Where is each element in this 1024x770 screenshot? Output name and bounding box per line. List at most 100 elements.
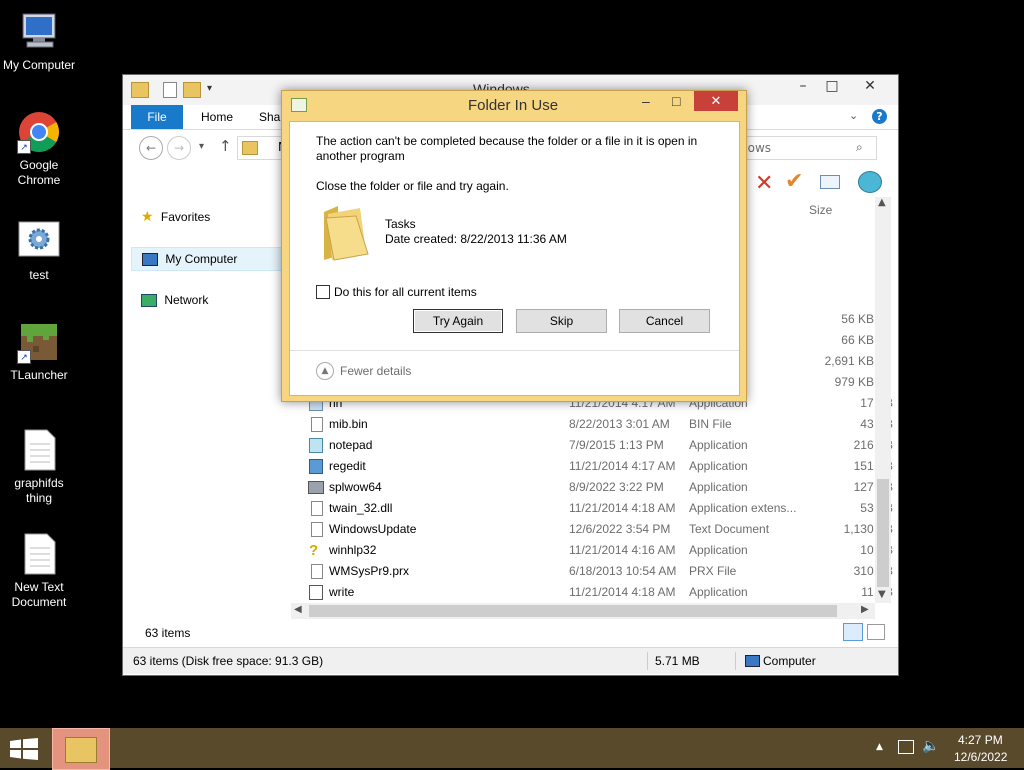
taskbar-file-explorer-button[interactable] — [52, 728, 110, 770]
vertical-scrollbar[interactable]: ▲ ▼ — [875, 197, 891, 603]
desktop-icon-label: TLauncher — [10, 368, 68, 382]
apply-to-all-checkbox[interactable] — [316, 285, 330, 299]
dll-icon — [311, 501, 323, 516]
try-again-button[interactable]: Try Again — [413, 309, 503, 333]
apply-to-all-label[interactable]: Do this for all current items — [334, 285, 477, 299]
minecraft-icon: ↗ — [17, 320, 61, 364]
status-bar: 63 items (Disk free space: 91.3 GB) 5.71… — [123, 647, 898, 674]
table-row[interactable]: mib.bin 8/22/2013 3:01 AM BIN File 43 KB — [303, 414, 893, 435]
clock-date[interactable]: 12/6/2022 — [954, 750, 1007, 764]
help-icon[interactable]: ? — [872, 109, 887, 124]
desktop-icon-new-text-document[interactable]: New Text Document — [1, 532, 77, 610]
computer-icon — [745, 655, 760, 667]
status-disk-info: 63 items (Disk free space: 91.3 GB) — [133, 654, 324, 668]
settings-file-icon — [17, 220, 61, 264]
desktop-icon-tlauncher[interactable]: ↗ TLauncher — [1, 320, 77, 383]
folder-in-use-dialog: Folder In Use – □ ✕ The action can't be … — [281, 90, 747, 402]
table-row[interactable]: notepad 7/9/2015 1:13 PM Application 216… — [303, 435, 893, 456]
dialog-instruction: Close the folder or file and try again. — [316, 179, 509, 193]
shortcut-arrow-icon: ↗ — [17, 350, 31, 364]
item-date-created: Date created: 8/22/2013 11:36 AM — [385, 232, 567, 246]
text-file-icon — [311, 522, 323, 537]
regedit-icon — [309, 459, 323, 474]
folder-icon — [242, 141, 258, 155]
navigation-pane: ★ Favorites My Computer Network — [131, 197, 283, 617]
details-view-button[interactable] — [843, 623, 863, 641]
maximize-button[interactable]: □ — [672, 93, 680, 109]
sidebar-item-label: Network — [164, 293, 209, 307]
properties-icon[interactable] — [163, 82, 177, 98]
up-button[interactable]: ↑ — [219, 137, 232, 155]
address-bar[interactable]: M — [237, 136, 288, 160]
table-row[interactable]: twain_32.dll 11/21/2014 4:18 AM Applicat… — [303, 498, 893, 519]
start-button[interactable] — [10, 738, 38, 760]
scroll-thumb[interactable] — [309, 605, 837, 617]
ribbon-expand-icon[interactable]: ⌄ — [849, 109, 858, 122]
show-hidden-icons-icon[interactable]: ▲ — [876, 742, 883, 752]
windows-logo-icon — [10, 738, 38, 760]
shortcut-arrow-icon: ↗ — [17, 140, 31, 154]
world-icon[interactable] — [858, 171, 882, 193]
recent-locations-dropdown-icon[interactable]: ▾ — [199, 141, 204, 152]
cancel-button[interactable]: Cancel — [619, 309, 710, 333]
table-row[interactable]: regedit 11/21/2014 4:17 AM Application 1… — [303, 456, 893, 477]
network-icon[interactable] — [898, 740, 914, 754]
quick-access-dropdown-icon[interactable]: ▾ — [207, 83, 212, 94]
delete-icon[interactable]: ✕ — [755, 171, 773, 196]
desktop-icon-label: Google Chrome — [17, 158, 61, 187]
desktop-icon-google-chrome[interactable]: ↗ Google Chrome — [1, 110, 77, 188]
file-explorer-icon — [65, 737, 97, 763]
fewer-details-label: Fewer details — [340, 364, 412, 378]
column-header-size[interactable]: Size — [809, 203, 832, 217]
volume-icon[interactable]: 🔈 — [922, 738, 939, 754]
desktop-icon-my-computer[interactable]: My Computer — [1, 10, 77, 73]
tab-file[interactable]: File — [131, 105, 183, 129]
dialog-titlebar[interactable]: Folder In Use – □ ✕ — [282, 91, 746, 119]
status-location: Computer — [763, 654, 816, 668]
write-icon — [309, 585, 323, 600]
desktop-icon-label: My Computer — [2, 58, 76, 72]
sidebar-item-my-computer[interactable]: My Computer — [131, 247, 283, 271]
minimize-button[interactable]: – — [642, 93, 650, 109]
table-row[interactable]: splwow64 8/9/2022 3:22 PM Application 12… — [303, 477, 893, 498]
skip-button[interactable]: Skip — [516, 309, 607, 333]
desktop-icon-label: graphifds thing — [14, 476, 64, 505]
forward-button[interactable]: → — [167, 136, 191, 160]
dialog-message: The action can't be completed because th… — [316, 134, 698, 163]
chrome-icon: ↗ — [17, 110, 61, 154]
close-button[interactable]: ✕ — [847, 75, 893, 97]
scroll-thumb[interactable] — [877, 479, 889, 587]
table-row[interactable]: WMSysPr9.prx 6/18/2013 10:54 AM PRX File… — [303, 561, 893, 582]
minimize-button[interactable]: – — [790, 75, 816, 97]
scroll-up-icon[interactable]: ▲ — [878, 197, 886, 208]
horizontal-scrollbar[interactable]: ◀ ▶ — [291, 603, 875, 619]
large-icons-view-button[interactable] — [867, 624, 885, 640]
desktop-icon-graphifds-thing[interactable]: graphifds thing — [1, 428, 77, 506]
scroll-right-icon[interactable]: ▶ — [861, 604, 869, 615]
maximize-button[interactable]: □ — [819, 75, 845, 97]
checkmark-icon[interactable]: ✔ — [785, 169, 803, 194]
status-size: 5.71 MB — [655, 654, 700, 668]
new-folder-icon[interactable] — [183, 82, 201, 98]
tab-home[interactable]: Home — [201, 105, 233, 129]
search-icon: ⌕ — [856, 140, 863, 154]
table-row[interactable]: WindowsUpdate 12/6/2022 3:54 PM Text Doc… — [303, 519, 893, 540]
notepad-icon — [309, 438, 323, 453]
star-icon: ★ — [141, 208, 154, 224]
scroll-left-icon[interactable]: ◀ — [294, 604, 302, 615]
back-button[interactable]: ← — [139, 136, 163, 160]
clock-time[interactable]: 4:27 PM — [958, 733, 1003, 747]
table-row[interactable]: write 11/21/2014 4:18 AM Application 11 … — [303, 582, 893, 603]
sidebar-item-network[interactable]: Network — [131, 289, 271, 311]
table-row[interactable]: ? winhlp32 11/21/2014 4:16 AM Applicatio… — [303, 540, 893, 561]
sidebar-item-label: Favorites — [160, 210, 211, 224]
status-divider — [735, 652, 736, 670]
scroll-down-icon[interactable]: ▼ — [878, 589, 886, 600]
help-icon: ? — [309, 542, 319, 559]
dialog-title: Folder In Use — [468, 97, 559, 114]
desktop-icon-test[interactable]: test — [1, 220, 77, 283]
rename-icon[interactable] — [820, 175, 840, 189]
file-icon — [311, 564, 323, 579]
sidebar-item-favorites[interactable]: ★ Favorites — [131, 205, 271, 227]
close-button[interactable]: ✕ — [694, 91, 738, 111]
